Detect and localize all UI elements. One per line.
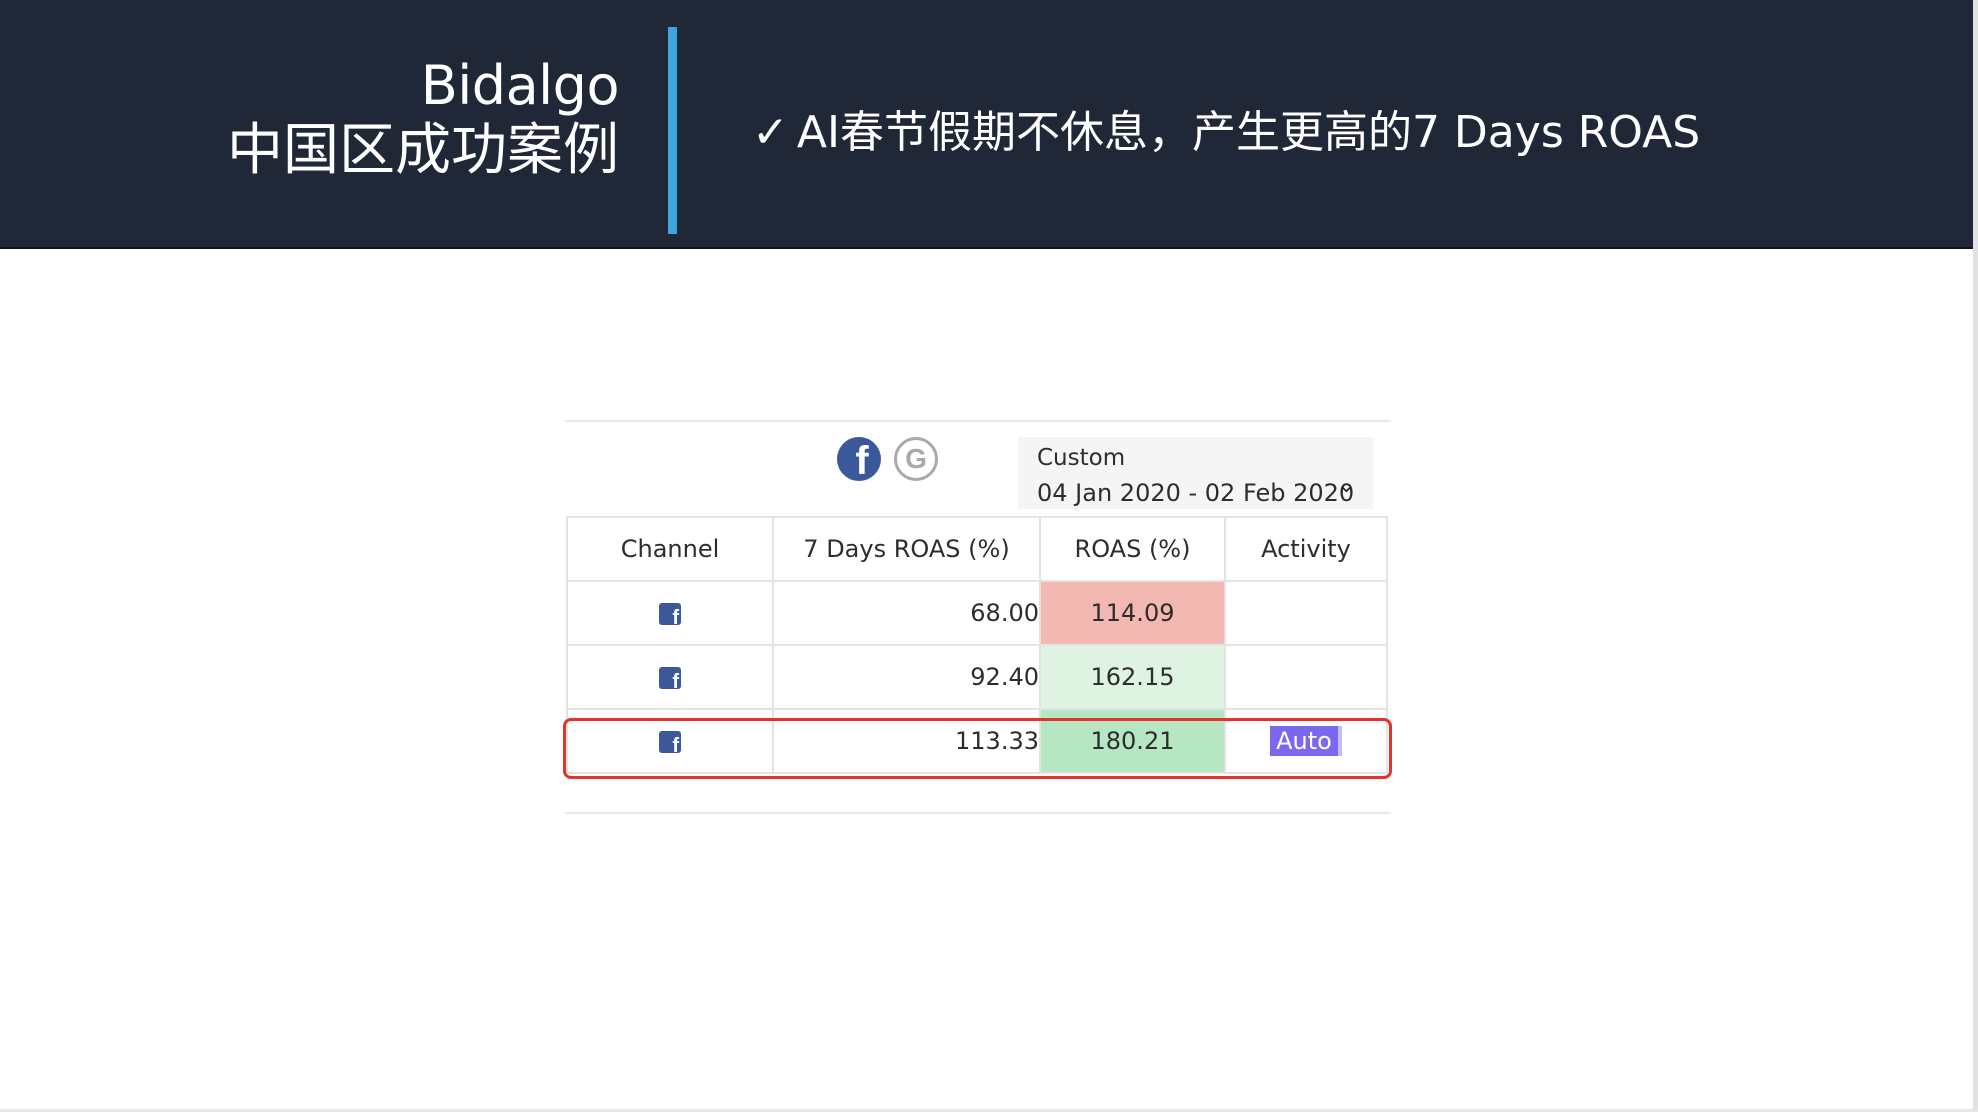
facebook-glyph: f bbox=[672, 671, 679, 689]
top-divider bbox=[565, 420, 1391, 422]
channel-cell: f bbox=[566, 644, 774, 710]
column-header-activity[interactable]: Activity bbox=[1224, 516, 1388, 582]
title-english: Bidalgo bbox=[420, 54, 620, 117]
channel-cell: f bbox=[566, 580, 774, 646]
table-header-row: Channel 7 Days ROAS (%) ROAS (%) Activit… bbox=[566, 516, 1388, 582]
column-header-7day-roas[interactable]: 7 Days ROAS (%) bbox=[772, 516, 1041, 582]
slide-edge-right bbox=[1973, 0, 1978, 1112]
roas-cell: 114.09 bbox=[1039, 580, 1226, 646]
activity-cell bbox=[1224, 580, 1388, 646]
facebook-icon: f bbox=[659, 667, 681, 689]
column-header-channel[interactable]: Channel bbox=[566, 516, 774, 582]
facebook-icon: f bbox=[659, 603, 681, 625]
table-row: f 92.40 162.15 bbox=[566, 644, 1388, 710]
roas-cell: 162.15 bbox=[1039, 644, 1226, 710]
date-range-label: Custom bbox=[1037, 445, 1126, 471]
date-range-value: 04 Jan 2020 - 02 Feb 2020 bbox=[1037, 479, 1355, 507]
title-chinese: 中国区成功案例 bbox=[227, 118, 619, 183]
checkmark-icon: ✓ bbox=[752, 107, 789, 158]
facebook-filter-icon[interactable]: f bbox=[837, 437, 881, 481]
roas-7day-cell: 92.40 bbox=[772, 644, 1041, 710]
table-row: f 68.00 114.09 bbox=[566, 580, 1388, 646]
headline-text: AI春节假期不休息，产生更高的7 Days ROAS bbox=[796, 107, 1701, 158]
facebook-glyph: f bbox=[672, 607, 679, 625]
highlight-box bbox=[563, 718, 1392, 779]
headline: ✓ AI春节假期不休息，产生更高的7 Days ROAS bbox=[752, 105, 1700, 161]
chevron-down-icon[interactable]: ⌄ bbox=[1338, 473, 1355, 497]
google-filter-icon[interactable]: G bbox=[894, 437, 938, 481]
bottom-divider bbox=[565, 812, 1391, 814]
activity-cell bbox=[1224, 644, 1388, 710]
slide: Bidalgo 中国区成功案例 ✓ AI春节假期不休息，产生更高的7 Days R… bbox=[0, 0, 1978, 1112]
date-range-picker[interactable]: Custom 04 Jan 2020 - 02 Feb 2020 ⌄ bbox=[1018, 437, 1373, 509]
column-header-roas[interactable]: ROAS (%) bbox=[1039, 516, 1226, 582]
roas-7day-cell: 68.00 bbox=[772, 580, 1041, 646]
header-band: Bidalgo 中国区成功案例 ✓ AI春节假期不休息，产生更高的7 Days R… bbox=[0, 0, 1973, 249]
google-glyph: G bbox=[905, 443, 927, 474]
facebook-glyph: f bbox=[855, 439, 869, 481]
report-widget: f G Custom 04 Jan 2020 - 02 Feb 2020 ⌄ C… bbox=[563, 420, 1392, 814]
slide-title: Bidalgo 中国区成功案例 bbox=[227, 54, 620, 184]
accent-divider bbox=[668, 27, 677, 234]
